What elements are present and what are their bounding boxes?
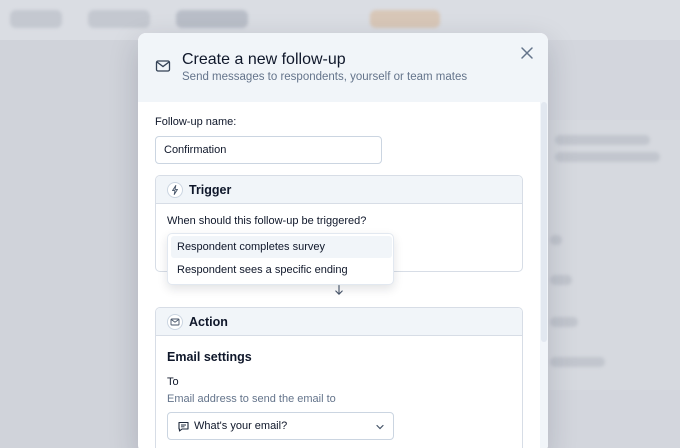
chevron-down-icon [376,424,384,430]
to-help-text: Email address to send the email to [167,393,336,405]
background-pill [370,10,440,28]
background-line [550,357,605,367]
background-pill [88,10,150,28]
modal-title: Create a new follow-up [182,51,346,68]
scroll-thumb[interactable] [541,102,547,342]
message-icon [178,421,189,432]
action-title: Action [189,315,228,329]
modal-scrollbar[interactable] [540,102,548,448]
to-select-value: What's your email? [194,420,288,432]
background-pill [10,10,62,28]
background-pill [176,10,248,28]
trigger-question: When should this follow-up be triggered? [167,215,367,227]
background-line [550,235,562,245]
action-card: Action Email settings To Email address t… [155,307,523,448]
action-icon-badge [167,314,183,330]
trigger-option-sees-ending[interactable]: Respondent sees a specific ending [171,259,392,281]
trigger-icon-badge [167,182,183,198]
arrow-down-icon [335,284,343,295]
background-line [550,317,578,327]
follow-up-name-label: Follow-up name: [155,116,237,128]
trigger-option-completes-survey[interactable]: Respondent completes survey [171,236,392,258]
mail-icon [155,60,171,72]
modal-subtitle: Send messages to respondents, yourself o… [182,71,468,83]
modal-header: Create a new follow-up Send messages to … [138,33,548,102]
background-line [555,152,660,162]
action-card-header: Action [156,308,522,336]
background-line [555,135,650,145]
to-select[interactable]: What's your email? [167,412,394,440]
email-settings-title: Email settings [167,350,252,364]
trigger-card-header: Trigger [156,176,522,204]
trigger-title: Trigger [189,183,232,197]
bolt-icon [172,185,178,195]
background-left-area [0,40,138,448]
mail-icon [170,318,180,326]
follow-up-name-input[interactable] [155,136,382,164]
trigger-dropdown: Respondent completes survey Respondent s… [167,233,394,285]
to-label: To [167,376,179,388]
close-icon[interactable] [519,45,535,61]
background-line [550,275,572,285]
